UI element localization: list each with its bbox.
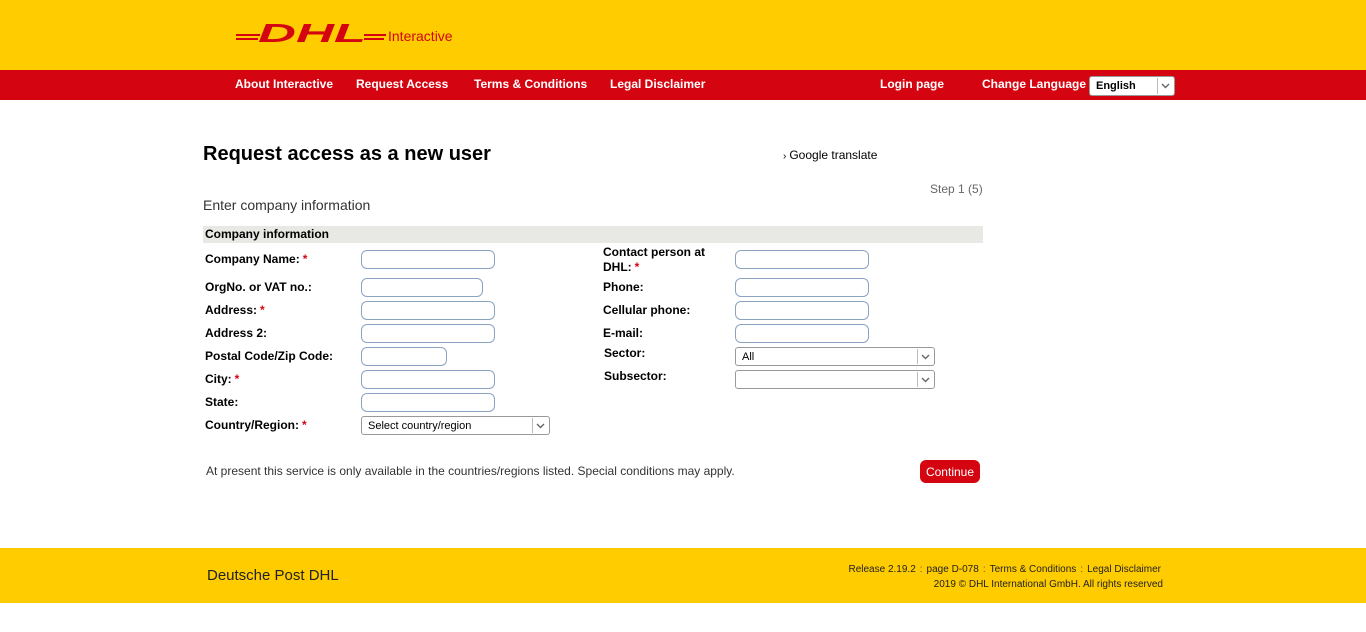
phone-label: Phone: <box>603 280 644 294</box>
address-label: Address: * <box>205 303 265 317</box>
language-select[interactable]: English <box>1089 76 1175 96</box>
footer: Deutsche Post DHL Release 2.19.2: page D-… <box>0 548 1366 603</box>
chevron-down-icon <box>1157 78 1173 94</box>
required-marker: * <box>634 260 640 274</box>
required-marker: * <box>302 252 308 266</box>
separator: : <box>982 564 986 575</box>
sector-label: Sector: <box>604 346 646 360</box>
country-region-label: Country/Region: * <box>205 418 307 432</box>
section-title: Company information <box>205 227 330 241</box>
phone-input[interactable] <box>735 278 869 297</box>
nav-request-access[interactable]: Request Access <box>356 77 448 91</box>
separator: : <box>919 564 923 575</box>
cellular-phone-label: Cellular phone: <box>603 303 691 317</box>
orgno-vat-label: OrgNo. or VAT no.: <box>205 280 312 294</box>
language-select-value: English <box>1096 80 1136 92</box>
change-language-label: Change Language <box>982 77 1087 91</box>
address2-input[interactable] <box>361 324 495 343</box>
nav-legal-disclaimer[interactable]: Legal Disclaimer <box>610 77 705 91</box>
sector-select[interactable]: All <box>735 347 935 366</box>
cellular-phone-input[interactable] <box>735 301 869 320</box>
contact-person-input[interactable] <box>735 250 869 269</box>
footer-legal-link[interactable]: Legal Disclaimer <box>1087 564 1161 575</box>
required-marker: * <box>234 372 240 386</box>
state-label: State: <box>205 395 239 409</box>
nav-login-page[interactable]: Login page <box>880 77 944 91</box>
page-title: Request access as a new user <box>203 143 491 165</box>
footer-links: Release 2.19.2: page D-078: Terms & Condit… <box>848 564 1161 575</box>
nav-bar: About Interactive Request Access Terms &… <box>0 70 1366 100</box>
address-input[interactable] <box>361 301 495 320</box>
postal-code-label: Postal Code/Zip Code: <box>205 349 334 363</box>
availability-note: At present this service is only availabl… <box>206 464 735 478</box>
country-region-value: Select country/region <box>368 420 472 432</box>
google-translate-link[interactable]: › Google translate <box>783 148 877 162</box>
email-input[interactable] <box>735 324 869 343</box>
continue-button[interactable]: Continue <box>920 460 980 483</box>
nav-terms-conditions[interactable]: Terms & Conditions <box>474 77 587 91</box>
page-info: page D-078 <box>926 564 979 575</box>
separator: : <box>1080 564 1084 575</box>
release-info: Release 2.19.2 <box>848 564 916 575</box>
step-indicator: Step 1 (5) <box>930 182 983 196</box>
subsector-select[interactable] <box>735 370 935 389</box>
footer-terms-link[interactable]: Terms & Conditions <box>990 564 1077 575</box>
chevron-down-icon <box>917 349 933 364</box>
address2-label: Address 2: <box>205 326 268 340</box>
section-header: Company information <box>203 226 983 243</box>
city-input[interactable] <box>361 370 495 389</box>
footer-brand: Deutsche Post DHL <box>207 567 339 584</box>
svg-text:DHL: DHL <box>258 22 366 46</box>
subsector-label: Subsector: <box>604 369 667 383</box>
logo-subtitle: Interactive <box>388 28 453 44</box>
required-marker: * <box>302 418 307 432</box>
country-region-select[interactable]: Select country/region <box>361 416 550 435</box>
header-bar: DHL Interactive <box>0 0 1366 70</box>
chevron-right-icon: › <box>783 151 787 162</box>
google-translate-label: Google translate <box>789 148 878 162</box>
sector-value: All <box>742 351 755 363</box>
state-input[interactable] <box>361 393 495 412</box>
company-name-label: Company Name: * <box>205 252 308 266</box>
chevron-down-icon <box>917 372 933 387</box>
orgno-vat-input[interactable] <box>361 278 483 297</box>
chevron-down-icon <box>532 418 548 433</box>
form-subtitle: Enter company information <box>203 197 371 213</box>
contact-person-label: Contact person at DHL: * <box>603 245 706 274</box>
copyright: 2019 © DHL International GmbH. All right… <box>933 579 1163 590</box>
required-marker: * <box>260 303 265 317</box>
postal-code-input[interactable] <box>361 347 447 366</box>
email-label: E-mail: <box>603 326 644 340</box>
nav-about-interactive[interactable]: About Interactive <box>235 77 333 91</box>
city-label: City: * <box>205 372 240 386</box>
dhl-logo-icon: DHL <box>236 22 386 46</box>
company-name-input[interactable] <box>361 250 495 269</box>
